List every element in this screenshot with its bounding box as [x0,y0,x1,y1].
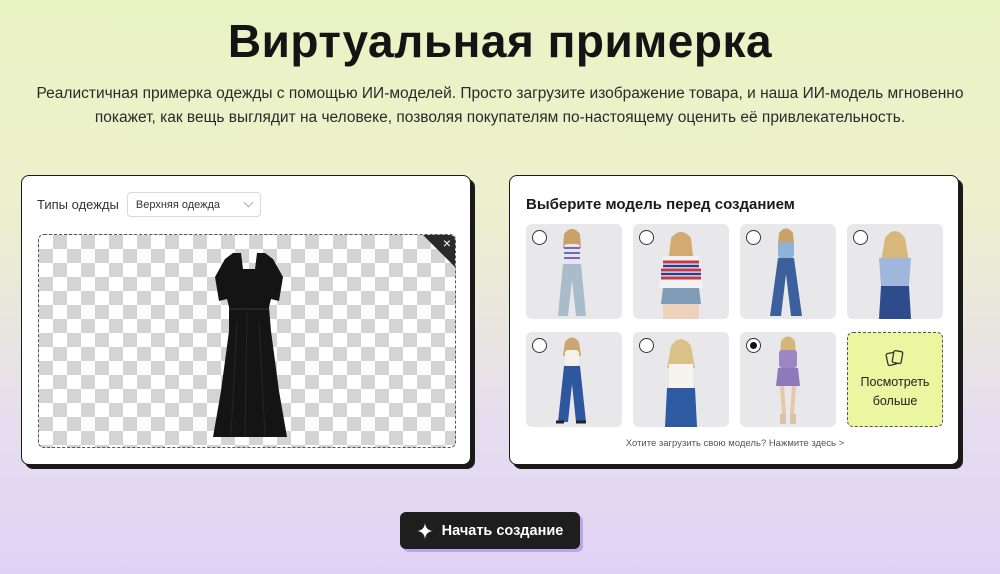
chevron-down-icon [243,197,254,208]
model-radio[interactable] [532,230,547,245]
page-title: Виртуальная примерка [227,15,773,67]
model-tile-7[interactable] [740,332,836,427]
start-creation-button[interactable]: Начать создание [400,512,580,549]
chevron-right-icon: > [838,438,845,449]
start-creation-label: Начать создание [441,522,564,539]
garment-image [213,253,287,438]
model-tile-2[interactable] [633,224,729,319]
upload-own-model-text: Хотите загрузить свою модель? Нажмите зд… [625,438,836,449]
view-more-label: Посмотреть больше [860,374,930,408]
upload-own-model-link[interactable]: Хотите загрузить свою модель? Нажмите зд… [510,438,960,449]
model-radio-selected[interactable] [746,338,761,353]
clothing-type-select[interactable]: Верхняя одежда [126,192,261,217]
model-tile-4[interactable] [847,224,943,319]
garment-dropzone[interactable]: × [38,234,456,448]
model-tile-3[interactable] [740,224,836,319]
close-icon[interactable]: × [443,236,451,250]
upload-card: Типы одежды Верхняя одежда × [21,175,471,465]
view-more-button[interactable]: Посмотреть больше [847,332,943,427]
model-tile-6[interactable] [633,332,729,427]
model-tile-5[interactable] [526,332,622,427]
model-panel-title: Выберите модель перед созданием [526,196,795,213]
sparkle-icon [416,522,433,539]
model-tile-1[interactable] [526,224,622,319]
model-radio[interactable] [639,230,654,245]
page-subtitle: Реалистичная примерка одежды с помощью И… [36,85,964,126]
model-radio[interactable] [746,230,761,245]
model-card: Выберите модель перед созданием Посмотре… [509,175,959,465]
clothing-type-value: Верхняя одежда [135,198,221,211]
clothing-type-label: Типы одежды [37,197,119,212]
model-radio[interactable] [853,230,868,245]
clothing-type-row: Типы одежды Верхняя одежда [37,192,261,217]
model-radio[interactable] [639,338,654,353]
cards-icon [885,349,904,366]
model-radio[interactable] [532,338,547,353]
